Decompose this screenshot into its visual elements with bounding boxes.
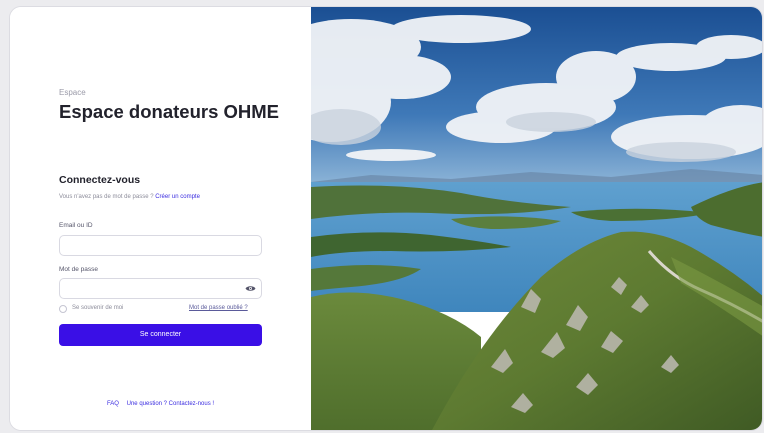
contact-link[interactable]: Une question ? Contactez-nous !: [127, 401, 214, 407]
email-field[interactable]: [59, 235, 262, 256]
create-account-link[interactable]: Créer un compte: [155, 194, 200, 200]
no-account-text: Vous n'avez pas de mot de passe ? Créer …: [59, 194, 200, 200]
page-title: Espace donateurs OHME: [59, 101, 280, 122]
password-field[interactable]: [59, 278, 262, 299]
remember-me-label: Se souvenir de moi: [72, 305, 124, 311]
faq-link[interactable]: FAQ: [107, 401, 119, 407]
eye-icon[interactable]: [245, 284, 256, 293]
remember-me-checkbox[interactable]: [59, 305, 67, 313]
login-button[interactable]: Se connecter: [59, 324, 262, 346]
login-heading: Connectez-vous: [59, 174, 141, 186]
page-kicker: Espace: [59, 88, 86, 97]
password-label: Mot de passe: [59, 266, 99, 273]
email-label: Email ou ID: [59, 222, 93, 229]
landscape-photo: [311, 7, 762, 430]
login-card: Espace Espace donateurs OHME Connectez-v…: [9, 6, 763, 431]
forgot-password-link[interactable]: Mot de passe oublié ?: [189, 305, 248, 311]
hero-image: [311, 7, 762, 430]
footer-links: FAQ Une question ? Contactez-nous !: [10, 401, 311, 407]
no-account-label: Vous n'avez pas de mot de passe ?: [59, 194, 154, 200]
login-panel: Espace Espace donateurs OHME Connectez-v…: [10, 7, 311, 430]
